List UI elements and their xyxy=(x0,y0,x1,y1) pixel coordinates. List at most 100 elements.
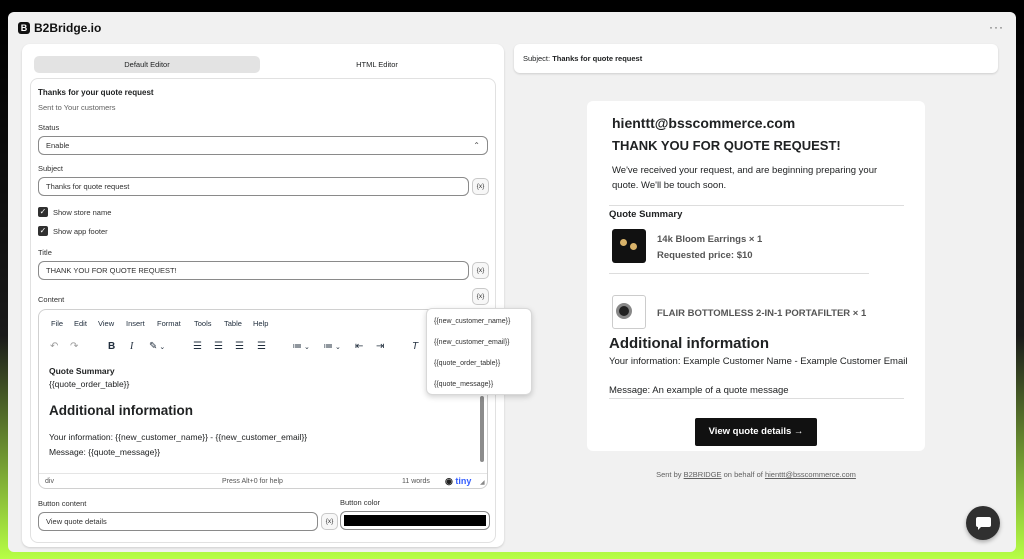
status-select[interactable]: Enable ⌃ xyxy=(38,136,488,155)
chat-icon-tail xyxy=(978,526,982,530)
footer-sent-by: Sent by xyxy=(656,470,682,479)
preview-subject-value: Thanks for quote request xyxy=(552,54,643,63)
editor-content[interactable]: Quote Summary {{quote_order_table}} Addi… xyxy=(49,366,479,474)
content-additional-heading: Additional information xyxy=(49,403,193,418)
subject-label: Subject xyxy=(38,164,64,173)
button-color-picker[interactable] xyxy=(340,511,490,530)
item-name: 14k Bloom Earrings × 1 xyxy=(657,234,763,245)
divider xyxy=(609,273,869,274)
divider xyxy=(609,205,904,206)
content-quote-table-var: {{quote_order_table}} xyxy=(49,379,130,389)
more-options-icon[interactable]: ··· xyxy=(989,20,1004,34)
outdent-icon[interactable]: ⇤ xyxy=(355,341,363,352)
clear-format-icon[interactable]: T xyxy=(412,341,418,352)
show-store-name-checkbox[interactable]: ✓ xyxy=(38,207,48,217)
form-subheading: Sent to Your customers xyxy=(38,103,116,112)
button-content-input[interactable]: View quote details xyxy=(38,512,318,531)
editor-toolbar: ↶ ↷ B I ✎ ⌄ ☰ ☰ ☰ ☰ ≔ ⌄ ≔ ⌄ ⇤ ⇥ T xyxy=(39,338,487,360)
align-left-icon[interactable]: ☰ xyxy=(193,341,202,352)
status-label: Status xyxy=(38,123,60,132)
preview-intro: We've received your request, and are beg… xyxy=(612,165,878,191)
preview-title: THANK YOU FOR QUOTE REQUEST! xyxy=(612,138,841,153)
item-price: Requested price: $10 xyxy=(657,250,753,261)
view-quote-button[interactable]: View quote details → xyxy=(695,418,817,446)
title-variable-button[interactable]: {x} xyxy=(472,262,489,279)
undo-icon[interactable]: ↶ xyxy=(50,341,58,352)
preview-subject-bar: Subject: Thanks for quote request xyxy=(514,44,998,73)
menu-edit[interactable]: Edit xyxy=(74,319,87,328)
footer-on-behalf: on behalf of xyxy=(723,470,763,479)
word-count[interactable]: 11 words xyxy=(402,478,430,485)
tab-html-editor[interactable]: HTML Editor xyxy=(264,56,490,73)
indent-icon[interactable]: ⇥ xyxy=(376,341,384,352)
app-frame: B B2Bridge.io ··· Default Editor HTML Ed… xyxy=(8,12,1016,552)
menu-view[interactable]: View xyxy=(98,319,114,328)
menu-file[interactable]: File xyxy=(51,319,63,328)
preview-summary-heading: Quote Summary xyxy=(609,209,683,220)
preview-store-email: hienttt@bsscommerce.com xyxy=(612,115,796,131)
form-heading: Thanks for your quote request xyxy=(38,88,154,97)
preview-message: Message: An example of a quote message xyxy=(609,385,789,396)
content-message: Message: {{quote_message}} xyxy=(49,447,161,457)
show-store-name-label: Show store name xyxy=(53,208,112,217)
preview-your-info: Your information: Example Customer Name … xyxy=(609,356,908,367)
redo-icon[interactable]: ↷ xyxy=(70,341,78,352)
editor-menubar: File Edit View Insert Format Tools Table… xyxy=(39,310,487,336)
item-name: FLAIR BOTTOMLESS 2-IN-1 PORTAFILTER × 1 xyxy=(657,308,867,319)
subject-input[interactable]: Thanks for quote request xyxy=(38,177,469,196)
bold-icon[interactable]: B xyxy=(108,341,115,352)
product-image-portafilter xyxy=(612,295,646,329)
button-color-swatch xyxy=(344,515,486,526)
variables-dropdown: {{new_customer_name}} {{new_customer_ema… xyxy=(426,308,532,395)
footer-email-link[interactable]: hienttt@bsscommerce.com xyxy=(765,470,856,479)
tiny-logo[interactable]: ◉ tiny xyxy=(445,476,471,487)
divider xyxy=(609,398,904,399)
subject-variable-button[interactable]: {x} xyxy=(472,178,489,195)
show-app-footer-checkbox[interactable]: ✓ xyxy=(38,226,48,236)
menu-tools[interactable]: Tools xyxy=(194,319,212,328)
show-app-footer-label: Show app footer xyxy=(53,227,108,236)
editor-scrollbar[interactable] xyxy=(480,396,484,462)
content-your-info: Your information: {{new_customer_name}} … xyxy=(49,432,308,442)
align-justify-icon[interactable]: ☰ xyxy=(257,341,266,352)
editor-tabs: Default Editor HTML Editor xyxy=(34,56,490,73)
top-bar: B B2Bridge.io ··· xyxy=(8,12,1016,42)
rich-text-editor[interactable]: File Edit View Insert Format Tools Table… xyxy=(38,309,488,489)
menu-format[interactable]: Format xyxy=(157,319,181,328)
align-right-icon[interactable]: ☰ xyxy=(235,341,244,352)
dropdown-item[interactable]: {{quote_order_table}} xyxy=(434,360,500,367)
align-center-icon[interactable]: ☰ xyxy=(214,341,223,352)
preview-footer: Sent by B2BRIDGE on behalf of hienttt@bs… xyxy=(587,470,925,479)
resize-handle-icon[interactable]: ◢ xyxy=(480,479,485,486)
bullet-list-icon[interactable]: ≔ ⌄ xyxy=(292,341,310,352)
title-label: Title xyxy=(38,248,52,257)
content-label: Content xyxy=(38,295,65,304)
italic-icon[interactable]: I xyxy=(130,341,133,352)
menu-help[interactable]: Help xyxy=(253,319,268,328)
editor-statusbar: div Press Alt+0 for help 11 words ◉ tiny… xyxy=(39,473,487,488)
content-variable-button[interactable]: {x} xyxy=(472,288,489,305)
menu-table[interactable]: Table xyxy=(224,319,242,328)
tiny-logo-text: tiny xyxy=(455,476,472,486)
preview-subject-prefix: Subject: xyxy=(523,54,551,63)
dropdown-item[interactable]: {{new_customer_email}} xyxy=(434,339,510,346)
text-color-icon[interactable]: ✎ ⌄ xyxy=(149,341,165,352)
button-content-label: Button content xyxy=(38,499,87,508)
numbered-list-icon[interactable]: ≔ ⌄ xyxy=(323,341,341,352)
select-chevron-icon: ⌃ xyxy=(473,141,480,150)
element-path[interactable]: div xyxy=(45,478,54,485)
menu-insert[interactable]: Insert xyxy=(126,319,145,328)
button-color-label: Button color xyxy=(340,498,381,507)
dropdown-item[interactable]: {{quote_message}} xyxy=(434,381,493,388)
title-input[interactable]: THANK YOU FOR QUOTE REQUEST! xyxy=(38,261,469,280)
footer-brand-link[interactable]: B2BRIDGE xyxy=(684,470,722,479)
button-variable-button[interactable]: {x} xyxy=(321,513,338,530)
accessibility-help: Press Alt+0 for help xyxy=(222,478,283,485)
app-title: B2Bridge.io xyxy=(34,21,102,35)
tab-default-editor[interactable]: Default Editor xyxy=(34,56,260,73)
status-select-value: Enable xyxy=(46,141,70,150)
chat-button[interactable] xyxy=(966,506,1000,540)
app-logo-icon: B xyxy=(18,22,30,34)
dropdown-item[interactable]: {{new_customer_name}} xyxy=(434,318,510,325)
content-quote-summary: Quote Summary xyxy=(49,366,115,376)
